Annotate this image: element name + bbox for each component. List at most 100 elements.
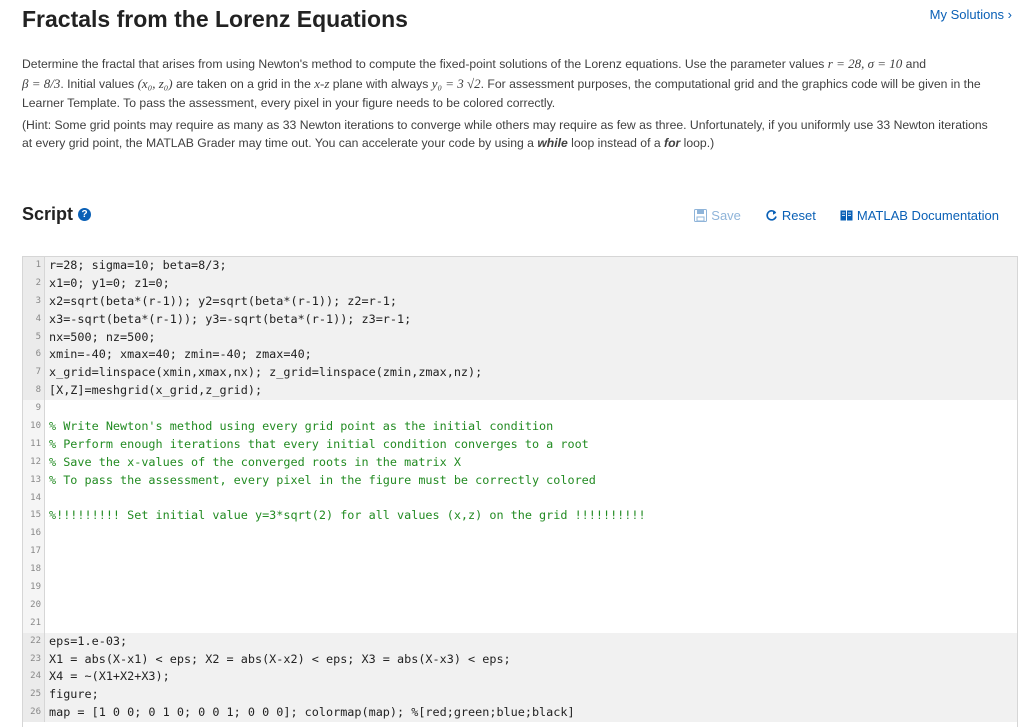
line-number: 21 bbox=[23, 615, 45, 633]
problem-description: Determine the fractal that arises from u… bbox=[22, 54, 992, 113]
code-line[interactable]: 22eps=1.e-03; bbox=[23, 633, 1017, 651]
code-text: eps=1.e-03; bbox=[45, 633, 127, 651]
code-line[interactable]: 7x_grid=linspace(xmin,xmax,nx); z_grid=l… bbox=[23, 364, 1017, 382]
code-text bbox=[45, 400, 49, 418]
code-line[interactable]: 19 bbox=[23, 579, 1017, 597]
line-number: 10 bbox=[23, 418, 45, 436]
code-line[interactable]: 8[X,Z]=meshgrid(x_grid,z_grid); bbox=[23, 382, 1017, 400]
line-number: 5 bbox=[23, 329, 45, 347]
line-number: 15 bbox=[23, 507, 45, 525]
hint-part: (Hint: Some grid points may require as m… bbox=[22, 118, 988, 150]
book-icon bbox=[840, 209, 853, 222]
line-number: 19 bbox=[23, 579, 45, 597]
code-text: % Write Newton's method using every grid… bbox=[45, 418, 553, 436]
save-icon bbox=[694, 209, 707, 222]
help-icon[interactable]: ? bbox=[78, 208, 91, 221]
script-heading: Script ? bbox=[22, 204, 91, 225]
code-text bbox=[45, 561, 49, 579]
code-text: X1 = abs(X-x1) < eps; X2 = abs(X-x2) < e… bbox=[45, 651, 511, 669]
code-text bbox=[45, 525, 49, 543]
reset-button[interactable]: Reset bbox=[765, 208, 816, 223]
code-line[interactable]: 18 bbox=[23, 561, 1017, 579]
line-number: 3 bbox=[23, 293, 45, 311]
script-title: Script bbox=[22, 204, 73, 225]
code-text: % Perform enough iterations that every i… bbox=[45, 436, 589, 454]
code-text: x_grid=linspace(xmin,xmax,nx); z_grid=li… bbox=[45, 364, 482, 382]
line-number: 7 bbox=[23, 364, 45, 382]
script-toolbar: Save Reset MATLAB Documentation bbox=[694, 208, 999, 223]
code-text: x3=-sqrt(beta*(r-1)); y3=-sqrt(beta*(r-1… bbox=[45, 311, 411, 329]
code-text: figure; bbox=[45, 686, 99, 704]
code-line[interactable]: 23X1 = abs(X-x1) < eps; X2 = abs(X-x2) <… bbox=[23, 651, 1017, 669]
code-line[interactable]: 25figure; bbox=[23, 686, 1017, 704]
line-number: 26 bbox=[23, 704, 45, 722]
code-text bbox=[45, 579, 49, 597]
save-label: Save bbox=[711, 208, 741, 223]
code-text bbox=[45, 597, 49, 615]
line-number: 17 bbox=[23, 543, 45, 561]
matlab-documentation-link[interactable]: MATLAB Documentation bbox=[840, 208, 999, 223]
code-text: map = [1 0 0; 0 1 0; 0 0 1; 0 0 0]; colo… bbox=[45, 704, 575, 722]
code-line[interactable]: 3x2=sqrt(beta*(r-1)); y2=sqrt(beta*(r-1)… bbox=[23, 293, 1017, 311]
line-number: 2 bbox=[23, 275, 45, 293]
code-line[interactable]: 15%!!!!!!!!! Set initial value y=3*sqrt(… bbox=[23, 507, 1017, 525]
hint-part: loop instead of a bbox=[568, 136, 664, 150]
my-solutions-link[interactable]: My Solutions › bbox=[930, 7, 1012, 22]
code-line[interactable]: 13% To pass the assessment, every pixel … bbox=[23, 472, 1017, 490]
param-beta: β = 8/3 bbox=[22, 76, 60, 91]
line-number: 13 bbox=[23, 472, 45, 490]
code-line[interactable]: 21 bbox=[23, 615, 1017, 633]
save-button[interactable]: Save bbox=[694, 208, 741, 223]
code-text: x2=sqrt(beta*(r-1)); y2=sqrt(beta*(r-1))… bbox=[45, 293, 397, 311]
code-line[interactable]: 14 bbox=[23, 490, 1017, 508]
reset-label: Reset bbox=[782, 208, 816, 223]
code-line[interactable]: 9 bbox=[23, 400, 1017, 418]
plane-label: x-z bbox=[314, 76, 329, 91]
hint-text: (Hint: Some grid points may require as m… bbox=[22, 116, 992, 152]
line-number: 23 bbox=[23, 651, 45, 669]
code-line[interactable]: 20 bbox=[23, 597, 1017, 615]
code-line[interactable]: 17 bbox=[23, 543, 1017, 561]
desc-text: are taken on a grid in the bbox=[173, 77, 315, 91]
line-number: 11 bbox=[23, 436, 45, 454]
reset-icon bbox=[765, 209, 778, 222]
code-line[interactable]: 26map = [1 0 0; 0 1 0; 0 0 1; 0 0 0]; co… bbox=[23, 704, 1017, 722]
page-title: Fractals from the Lorenz Equations bbox=[22, 6, 408, 33]
code-text: %!!!!!!!!! Set initial value y=3*sqrt(2)… bbox=[45, 507, 646, 525]
code-line[interactable]: 2x1=0; y1=0; z1=0; bbox=[23, 275, 1017, 293]
line-number: 9 bbox=[23, 400, 45, 418]
code-text: X4 = ~(X1+X2+X3); bbox=[45, 668, 170, 686]
line-number: 25 bbox=[23, 686, 45, 704]
desc-text: plane with always bbox=[329, 77, 431, 91]
line-number: 22 bbox=[23, 633, 45, 651]
code-editor[interactable]: 1r=28; sigma=10; beta=8/3;2x1=0; y1=0; z… bbox=[22, 256, 1018, 727]
code-text: xmin=-40; xmax=40; zmin=-40; zmax=40; bbox=[45, 346, 312, 364]
line-number: 14 bbox=[23, 490, 45, 508]
line-number: 20 bbox=[23, 597, 45, 615]
code-line[interactable]: 16 bbox=[23, 525, 1017, 543]
hint-part: loop.) bbox=[680, 136, 714, 150]
code-line[interactable]: 1r=28; sigma=10; beta=8/3; bbox=[23, 257, 1017, 275]
code-line[interactable]: 11% Perform enough iterations that every… bbox=[23, 436, 1017, 454]
code-text bbox=[45, 543, 49, 561]
code-text: % Save the x-values of the converged roo… bbox=[45, 454, 461, 472]
hint-while: while bbox=[537, 136, 567, 150]
code-text: [X,Z]=meshgrid(x_grid,z_grid); bbox=[45, 382, 262, 400]
param-values: r = 28, σ = 10 bbox=[828, 56, 903, 71]
line-number: 1 bbox=[23, 257, 45, 275]
docs-label: MATLAB Documentation bbox=[857, 208, 999, 223]
code-text: % To pass the assessment, every pixel in… bbox=[45, 472, 596, 490]
code-line[interactable]: 12% Save the x-values of the converged r… bbox=[23, 454, 1017, 472]
code-line[interactable]: 10% Write Newton's method using every gr… bbox=[23, 418, 1017, 436]
initial-values: (x₀, z₀) bbox=[138, 76, 173, 91]
code-line[interactable]: 6xmin=-40; xmax=40; zmin=-40; zmax=40; bbox=[23, 346, 1017, 364]
line-number: 16 bbox=[23, 525, 45, 543]
code-line[interactable]: 5nx=500; nz=500; bbox=[23, 329, 1017, 347]
hint-for: for bbox=[664, 136, 680, 150]
code-line[interactable]: 4x3=-sqrt(beta*(r-1)); y3=-sqrt(beta*(r-… bbox=[23, 311, 1017, 329]
desc-text: and bbox=[902, 57, 926, 71]
line-number: 8 bbox=[23, 382, 45, 400]
code-text bbox=[45, 615, 49, 633]
code-line[interactable]: 24X4 = ~(X1+X2+X3); bbox=[23, 668, 1017, 686]
code-text: x1=0; y1=0; z1=0; bbox=[45, 275, 170, 293]
